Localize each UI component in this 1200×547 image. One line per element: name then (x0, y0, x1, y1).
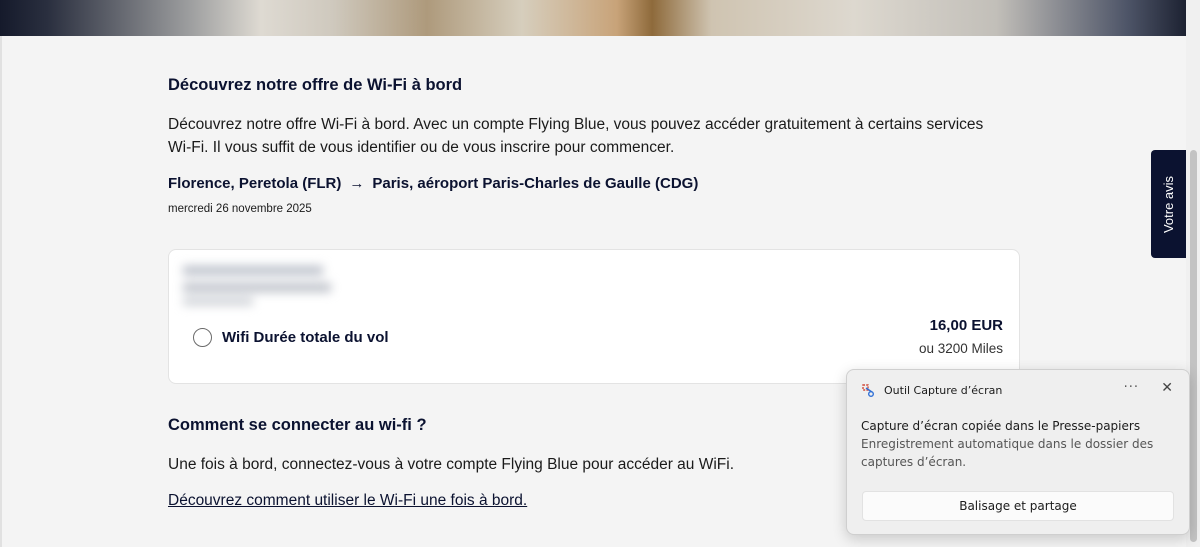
connect-title: Comment se connecter au wi-fi ? (168, 416, 427, 434)
flight-date: mercredi 26 novembre 2025 (168, 203, 312, 215)
wifi-help-link[interactable]: Découvrez comment utiliser le Wi-Fi une … (168, 492, 527, 510)
more-options-icon[interactable]: ··· (1124, 380, 1139, 395)
page-edge (0, 36, 2, 547)
route-origin: Florence, Peretola (FLR) (168, 175, 342, 192)
wifi-price: 16,00 EUR (929, 317, 1003, 334)
wifi-miles: ou 3200 Miles (918, 341, 1003, 356)
wifi-offer-title: Découvrez notre offre de Wi-Fi à bord (168, 76, 463, 94)
feedback-tab[interactable]: Votre avis (1151, 150, 1186, 258)
route-arrow-icon: → (349, 175, 365, 192)
markup-share-button[interactable]: Balisage et partage (862, 491, 1174, 521)
toast-app-name: Outil Capture d’écran (884, 384, 1003, 397)
close-icon[interactable]: ✕ (1161, 380, 1173, 396)
route-destination: Paris, aéroport Paris-Charles de Gaulle … (372, 175, 699, 192)
blurred-text (183, 266, 333, 305)
toast-body: Enregistrement automatique dans le dossi… (861, 437, 1154, 469)
wifi-offer-card[interactable]: Wifi Durée totale du vol 16,00 EUR ou 32… (168, 249, 1020, 384)
wifi-option-label: Wifi Durée totale du vol (222, 329, 389, 346)
snipping-tool-notification[interactable]: Outil Capture d’écran ··· ✕ Capture d’éc… (846, 369, 1190, 535)
hero-image (0, 0, 1186, 36)
wifi-option-radio[interactable] (193, 328, 212, 347)
flight-route: Florence, Peretola (FLR) → Paris, aéroport… (168, 175, 698, 192)
wifi-offer-description: Découvrez notre offre Wi-Fi à bord. Avec… (168, 116, 984, 156)
snipping-tool-icon (862, 384, 874, 397)
scrollbar-thumb[interactable] (1190, 150, 1197, 542)
toast-title: Capture d’écran copiée dans le Presse-pa… (861, 419, 1141, 433)
feedback-tab-label: Votre avis (1161, 175, 1176, 233)
